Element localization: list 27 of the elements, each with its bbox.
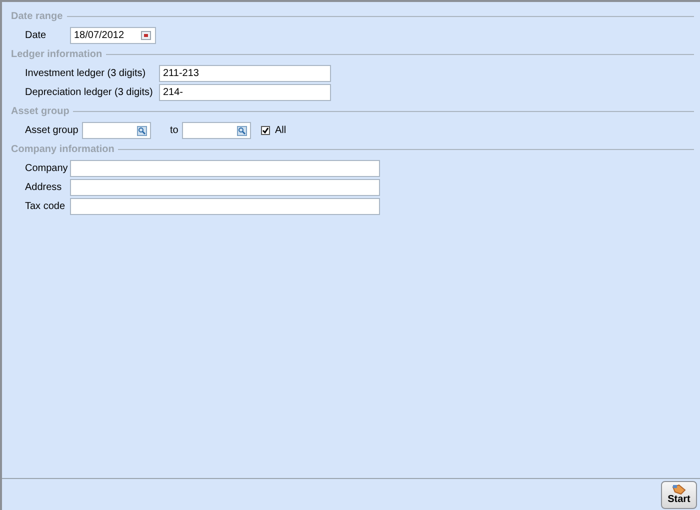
field-label: Address bbox=[25, 181, 63, 195]
text-field[interactable]: 211-213 bbox=[159, 65, 331, 82]
field-label: Depreciation ledger (3 digits) bbox=[25, 86, 154, 100]
section-title: Date range bbox=[11, 10, 63, 24]
lookup-field[interactable] bbox=[82, 122, 151, 139]
text-field[interactable] bbox=[70, 160, 380, 177]
section-title: Asset group bbox=[11, 105, 70, 119]
section-title: Ledger information bbox=[11, 48, 102, 62]
checkbox-label: All bbox=[275, 124, 286, 138]
field-label: to bbox=[170, 124, 180, 138]
field-label: Tax code bbox=[25, 200, 66, 214]
all-checkbox[interactable] bbox=[261, 126, 270, 135]
search-icon[interactable] bbox=[137, 126, 147, 136]
field-label: Company bbox=[25, 162, 69, 176]
text-field[interactable]: 214- bbox=[159, 84, 331, 101]
field-label: Date bbox=[25, 29, 48, 43]
date-field[interactable]: 18/07/2012 bbox=[70, 27, 156, 44]
text-field[interactable] bbox=[70, 198, 380, 215]
search-icon[interactable] bbox=[237, 126, 247, 136]
field-label: Asset group bbox=[25, 124, 80, 138]
field-label: Investment ledger (3 digits) bbox=[25, 67, 147, 81]
hand-icon bbox=[672, 484, 686, 495]
calendar-icon[interactable] bbox=[141, 31, 151, 40]
start-button[interactable]: Start bbox=[661, 480, 697, 508]
lookup-field[interactable] bbox=[182, 122, 251, 139]
text-field[interactable] bbox=[70, 179, 380, 196]
section-title: Company information bbox=[11, 143, 114, 157]
